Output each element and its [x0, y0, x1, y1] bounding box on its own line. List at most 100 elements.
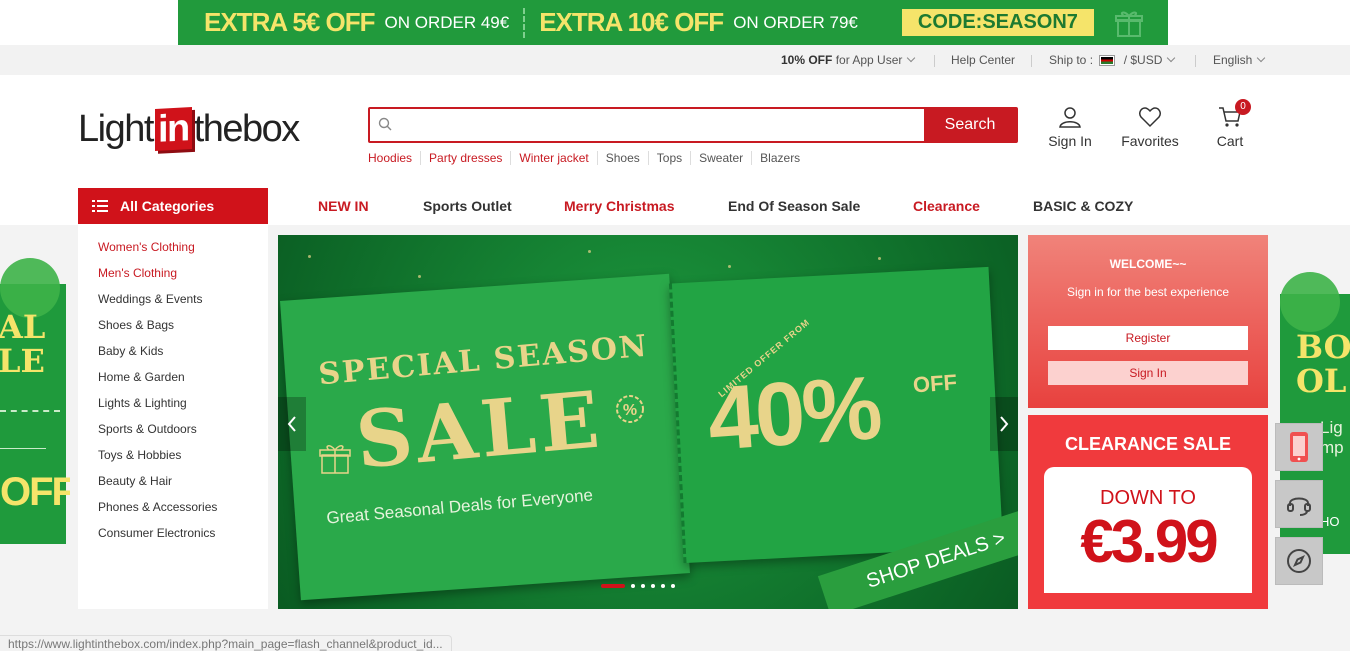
promo-offer-2-condition: ON ORDER 79€	[733, 12, 858, 32]
ship-to-selector[interactable]: Ship to : / $USD	[1049, 53, 1176, 67]
welcome-title: WELCOME~~	[1109, 257, 1187, 271]
divider	[0, 448, 46, 449]
sign-in-label: Sign In	[1048, 133, 1092, 149]
hot-search-link[interactable]: Blazers	[751, 151, 808, 165]
category-item[interactable]: Lights & Lighting	[78, 390, 268, 416]
customer-service-button[interactable]	[1275, 480, 1323, 528]
sparkle	[308, 255, 311, 258]
category-item[interactable]: Shoes & Bags	[78, 312, 268, 338]
category-item[interactable]: Consumer Electronics	[78, 520, 268, 546]
category-item[interactable]: Men's Clothing	[78, 260, 268, 286]
carousel-dot[interactable]	[631, 584, 635, 588]
nav-item-sports-outlet[interactable]: Sports Outlet	[423, 198, 512, 214]
language-selector[interactable]: English	[1213, 53, 1266, 67]
clearance-title: CLEARANCE SALE	[1064, 434, 1231, 454]
site-logo[interactable]: Light in thebox	[78, 107, 300, 151]
logo-part-1: Light	[78, 107, 154, 150]
carousel-prev-button[interactable]	[278, 397, 306, 451]
gift-icon	[319, 445, 351, 474]
chevron-left-icon	[287, 416, 296, 432]
mobile-app-button[interactable]	[1275, 423, 1323, 471]
register-button[interactable]: Register	[1048, 326, 1248, 350]
left-banner-off: OFF	[0, 470, 70, 514]
svg-text:%: %	[623, 402, 637, 419]
cart-count-badge: 0	[1235, 99, 1251, 115]
hot-search-link[interactable]: Hoodies	[368, 151, 420, 165]
nav-item-merry-christmas[interactable]: Merry Christmas	[564, 198, 675, 214]
hot-search-link[interactable]: Winter jacket	[510, 151, 596, 165]
promo-offer-2: EXTRA 10€ OFF	[539, 7, 724, 37]
all-categories-button[interactable]: All Categories	[78, 188, 268, 224]
category-list: Women's Clothing Men's Clothing Weddings…	[78, 224, 268, 609]
hot-search-link[interactable]: Shoes	[596, 151, 648, 165]
category-item[interactable]: Women's Clothing	[78, 234, 268, 260]
category-item[interactable]: Weddings & Events	[78, 286, 268, 312]
menu-icon	[92, 200, 108, 212]
promo-band[interactable]: EXTRA 5€ OFF ON ORDER 49€ EXTRA 10€ OFF …	[178, 0, 1168, 45]
left-banner-headline: AL LE	[0, 308, 46, 380]
hero-carousel[interactable]: SPECIAL SEASON SALE % Great Seasonal Dea…	[278, 235, 1018, 609]
welcome-card: WELCOME~~ Sign in for the best experienc…	[1028, 235, 1268, 408]
chevron-down-icon	[1257, 53, 1266, 63]
category-item[interactable]: Home & Garden	[78, 364, 268, 390]
gift-icon	[1114, 11, 1143, 37]
category-item[interactable]: Phones & Accessories	[78, 494, 268, 520]
welcome-subtitle: Sign in for the best experience	[1066, 285, 1230, 299]
cart-button[interactable]: 0 Cart	[1195, 99, 1265, 149]
carousel-dot[interactable]	[671, 584, 675, 588]
app-discount-bold: 10% OFF	[781, 53, 833, 67]
nav-item-end-of-season-sale[interactable]: End Of Season Sale	[728, 198, 860, 214]
carousel-dot[interactable]	[661, 584, 665, 588]
ship-to-label: Ship to :	[1049, 53, 1094, 67]
utility-bar: 10% OFF for App User Help Center Ship to…	[0, 45, 1350, 75]
favorites-label: Favorites	[1121, 133, 1179, 149]
cart-label: Cart	[1216, 133, 1244, 149]
welcome-sign-in-button[interactable]: Sign In	[1048, 361, 1248, 385]
chevron-down-icon	[907, 53, 916, 63]
heart-icon	[1139, 107, 1161, 128]
discount-percent: 40%	[704, 358, 883, 470]
category-item[interactable]: Sports & Outdoors	[78, 416, 268, 442]
carousel-dot[interactable]	[651, 584, 655, 588]
search-button[interactable]: Search	[924, 109, 1016, 141]
sparkle	[878, 257, 881, 260]
compass-icon	[1287, 549, 1311, 573]
left-side-banner[interactable]: AL LE OFF	[0, 258, 70, 548]
sign-in-button[interactable]: Sign In	[1035, 105, 1105, 149]
headset-icon	[1287, 497, 1311, 516]
nav-item-new-in[interactable]: NEW IN	[318, 198, 369, 214]
promo-banner[interactable]: EXTRA 5€ OFF ON ORDER 49€ EXTRA 10€ OFF …	[0, 0, 1350, 45]
help-center-link[interactable]: Help Center	[951, 53, 1015, 67]
search-icon	[378, 117, 392, 131]
hot-search-link[interactable]: Party dresses	[420, 151, 510, 165]
sparkle	[728, 265, 731, 268]
category-item[interactable]: Beauty & Hair	[78, 468, 268, 494]
explore-button[interactable]	[1275, 537, 1323, 585]
divider	[1031, 55, 1032, 67]
browser-status-bar: https://www.lightinthebox.com/index.php?…	[0, 635, 452, 651]
clearance-price: €3.99	[1080, 508, 1218, 575]
carousel-dot[interactable]	[601, 584, 625, 588]
carousel-dot[interactable]	[641, 584, 645, 588]
carousel-next-button[interactable]	[990, 397, 1018, 451]
search-input[interactable]	[400, 109, 920, 141]
chevron-right-icon	[1000, 416, 1009, 432]
hot-search-link[interactable]: Sweater	[690, 151, 751, 165]
favorites-button[interactable]: Favorites	[1115, 105, 1185, 149]
category-item[interactable]: Baby & Kids	[78, 338, 268, 364]
carousel-dots	[598, 584, 678, 588]
nav-item-basic-cozy[interactable]: BASIC & COZY	[1033, 198, 1133, 214]
category-item[interactable]: Toys & Hobbies	[78, 442, 268, 468]
chevron-down-icon	[1167, 53, 1176, 63]
promo-divider	[523, 7, 526, 38]
divider	[934, 55, 935, 67]
app-discount-link[interactable]: 10% OFF for App User	[781, 53, 916, 67]
flag-icon	[1099, 55, 1116, 67]
app-discount-text: for App User	[832, 53, 903, 67]
nav-item-clearance[interactable]: Clearance	[913, 198, 980, 214]
clearance-sale-banner[interactable]: CLEARANCE SALE DOWN TO €3.99	[1028, 415, 1268, 609]
all-categories-label: All Categories	[120, 198, 215, 214]
promo-code: CODE:SEASON7	[901, 9, 1094, 36]
hot-search-link[interactable]: Tops	[647, 151, 690, 165]
divider	[1195, 55, 1196, 67]
